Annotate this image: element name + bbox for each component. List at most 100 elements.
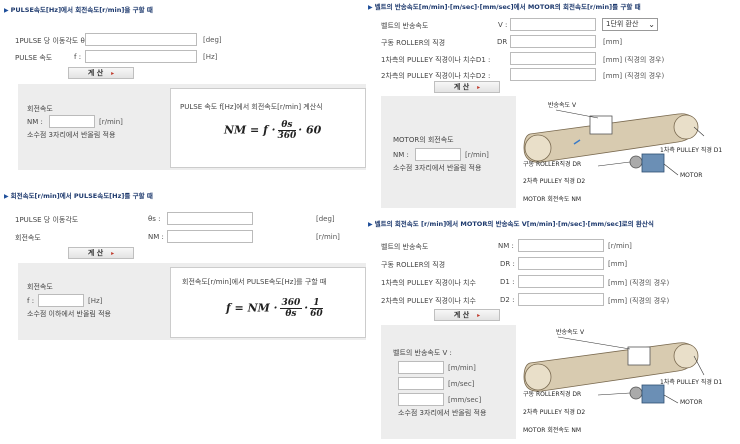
arrow-right-icon: ▸	[111, 70, 115, 77]
calc-button-1[interactable]: 계 산 ▸	[68, 67, 134, 79]
s2-rpm-unit: [r/min]	[316, 233, 340, 241]
result2-output[interactable]	[38, 294, 84, 307]
cargo-box-shape	[627, 346, 651, 366]
calc-button-3-label: 계 산	[453, 83, 470, 91]
result2-note: 소수점 이하에서 반올림 적용	[27, 310, 111, 318]
diag1-speed-label: 반송속도 V	[548, 102, 577, 109]
diag1-d1-label: 1차측 PULLEY 직경 D1	[660, 147, 723, 154]
formula1: NM = f · θs 360 · 60	[224, 120, 321, 141]
formula1-fraction: θs 360	[277, 120, 297, 141]
formula2-numerator2: 1	[310, 298, 323, 309]
s2-angle-label: 1PULSE 당 이동각도	[15, 216, 79, 224]
diag1-motor-label: MOTOR	[680, 172, 703, 179]
s2-angle-unit: [deg]	[316, 215, 335, 223]
result4-unit-mmsec: [mm/sec]	[448, 396, 482, 404]
result4-unit-mmin: [m/min]	[448, 364, 476, 372]
s4-pulley2-label: 2차측의 PULLEY 직경이나 치수	[381, 297, 476, 305]
formula2-denominator2: 60	[310, 309, 323, 319]
arrow-right-icon: ▸	[477, 312, 481, 319]
leader-line	[597, 392, 631, 396]
diag1-d2-label: 2차측 PULLEY 직경 D2	[523, 178, 586, 185]
result4-output-msec[interactable]	[398, 377, 444, 390]
s2-angle-input[interactable]	[167, 212, 253, 225]
pulley-d1-shape	[673, 343, 699, 369]
result1-title: 회전속도	[27, 105, 53, 113]
result4-output-mmsec[interactable]	[398, 393, 444, 406]
result4-note: 소수점 3자리에서 반올림 적용	[398, 409, 487, 417]
pulley-d2-shape	[629, 386, 643, 400]
section1-title: ▶ PULSE속도[Hz]에서 회전속도[r/min]을 구할 때	[4, 4, 153, 14]
s2-rpm-input[interactable]	[167, 230, 253, 243]
calc-button-4-label: 계 산	[453, 311, 470, 319]
s4-rpm-symbol: NM :	[498, 242, 514, 250]
result3-title: MOTOR의 회전속도	[393, 136, 454, 144]
roller-shape	[524, 363, 552, 391]
triangle-bullet-icon: ▶	[368, 4, 373, 11]
triangle-bullet-icon: ▶	[4, 7, 9, 14]
pulse-speed-input[interactable]	[85, 50, 197, 63]
pulse-angle-input[interactable]	[85, 33, 197, 46]
s3-pulley1-input[interactable]	[510, 52, 596, 65]
motor-shape	[641, 153, 665, 173]
result3-symbol: NM :	[393, 151, 409, 159]
cargo-box-shape	[589, 115, 613, 135]
s4-pulley1-label: 1차측의 PULLEY 직경이나 치수	[381, 279, 476, 287]
s3-pulley1-label: 1차측의 PULLEY 직경이나 치수D1 :	[381, 56, 491, 64]
section4-title-text: 벨트의 회전속도 [r/min]에서 MOTOR의 반송속도 V[m/min]·…	[374, 220, 654, 228]
s3-roller-label: 구동 ROLLER의 직경	[381, 39, 446, 47]
roller-shape	[524, 134, 552, 162]
section3-title: ▶ 벨트의 반송속도[m/min]·[m/sec]·[mm/sec]에서 MOTO…	[368, 1, 641, 11]
s4-rpm-input[interactable]	[518, 239, 604, 252]
leader-line	[555, 109, 599, 119]
s3-roller-input[interactable]	[510, 35, 596, 48]
diag2-roller-label: 구동 ROLLER직경 DR	[523, 391, 582, 398]
s3-pulley2-unit: [mm] (직경의 경우)	[603, 72, 665, 80]
s3-speed-label: 벨트의 반송속도	[381, 22, 429, 30]
s4-roller-unit: [mm]	[608, 260, 628, 268]
s4-roller-input[interactable]	[518, 257, 604, 270]
diag2-motor-label: MOTOR	[680, 399, 703, 406]
formula2: f = NM · 360 θs · 1 60	[226, 298, 323, 319]
arrow-right-icon: ▸	[477, 84, 481, 91]
unit-select-value: 1단위 환산	[606, 20, 639, 28]
formula1-title: PULSE 속도 f[Hz]에서 회전속도[r/min] 계산식	[180, 103, 323, 111]
formula1-numerator: θs	[277, 120, 297, 131]
formula1-lhs: NM = f ·	[224, 123, 276, 137]
formula2-lhs: f = NM ·	[226, 301, 278, 315]
formula2-fraction1: 360 θs	[279, 298, 303, 319]
diag1-roller-label: 구동 ROLLER직경 DR	[523, 161, 582, 168]
s4-pulley2-input[interactable]	[518, 293, 604, 306]
triangle-bullet-icon: ▶	[4, 193, 9, 200]
leader-line	[693, 355, 705, 376]
triangle-bullet-icon: ▶	[368, 221, 373, 228]
result2-title: 회전속도	[27, 283, 53, 291]
s4-roller-label: 구동 ROLLER의 직경	[381, 261, 446, 269]
s4-pulley1-input[interactable]	[518, 275, 604, 288]
calc-button-4[interactable]: 계 산 ▸	[434, 309, 500, 321]
diag1-nm-label: MOTOR 회전속도 NM	[523, 196, 582, 203]
s3-pulley1-unit: [mm] (직경의 경우)	[603, 56, 665, 64]
s3-pulley2-input[interactable]	[510, 68, 596, 81]
calc-button-2[interactable]: 계 산 ▸	[68, 247, 134, 259]
s3-roller-unit: [mm]	[603, 38, 623, 46]
result3-note: 소수점 3자리에서 반올림 적용	[393, 164, 482, 172]
s4-rpm-label: 벨트의 반송속도	[381, 243, 429, 251]
calc-button-3[interactable]: 계 산 ▸	[434, 81, 500, 93]
result1-output[interactable]	[49, 115, 95, 128]
result4-output-mmin[interactable]	[398, 361, 444, 374]
unit-select[interactable]: 1단위 환산 ⌄	[602, 18, 658, 31]
result2-symbol: f :	[27, 297, 35, 305]
s4-pulley2-unit: [mm] (직경의 경우)	[608, 297, 670, 305]
result1-symbol: NM :	[27, 118, 43, 126]
diag2-d2-label: 2차측 PULLEY 직경 D2	[523, 409, 586, 416]
s3-speed-input[interactable]	[510, 18, 596, 31]
leader-line	[557, 336, 631, 350]
pulse-angle-unit: [deg]	[203, 36, 222, 44]
diag2-d1-label: 1차측 PULLEY 직경 D1	[660, 379, 723, 386]
result3-output[interactable]	[415, 148, 461, 161]
section2-title: ▶ 회전속도[r/min]에서 PULSE속도[Hz]를 구할 때	[4, 190, 153, 200]
formula2-numerator1: 360	[279, 298, 303, 309]
pulse-angle-label: 1PULSE 당 이동각도 θs :	[15, 37, 93, 45]
formula1-rhs: · 60	[298, 123, 322, 137]
pulse-speed-label: PULSE 속도	[15, 54, 53, 62]
